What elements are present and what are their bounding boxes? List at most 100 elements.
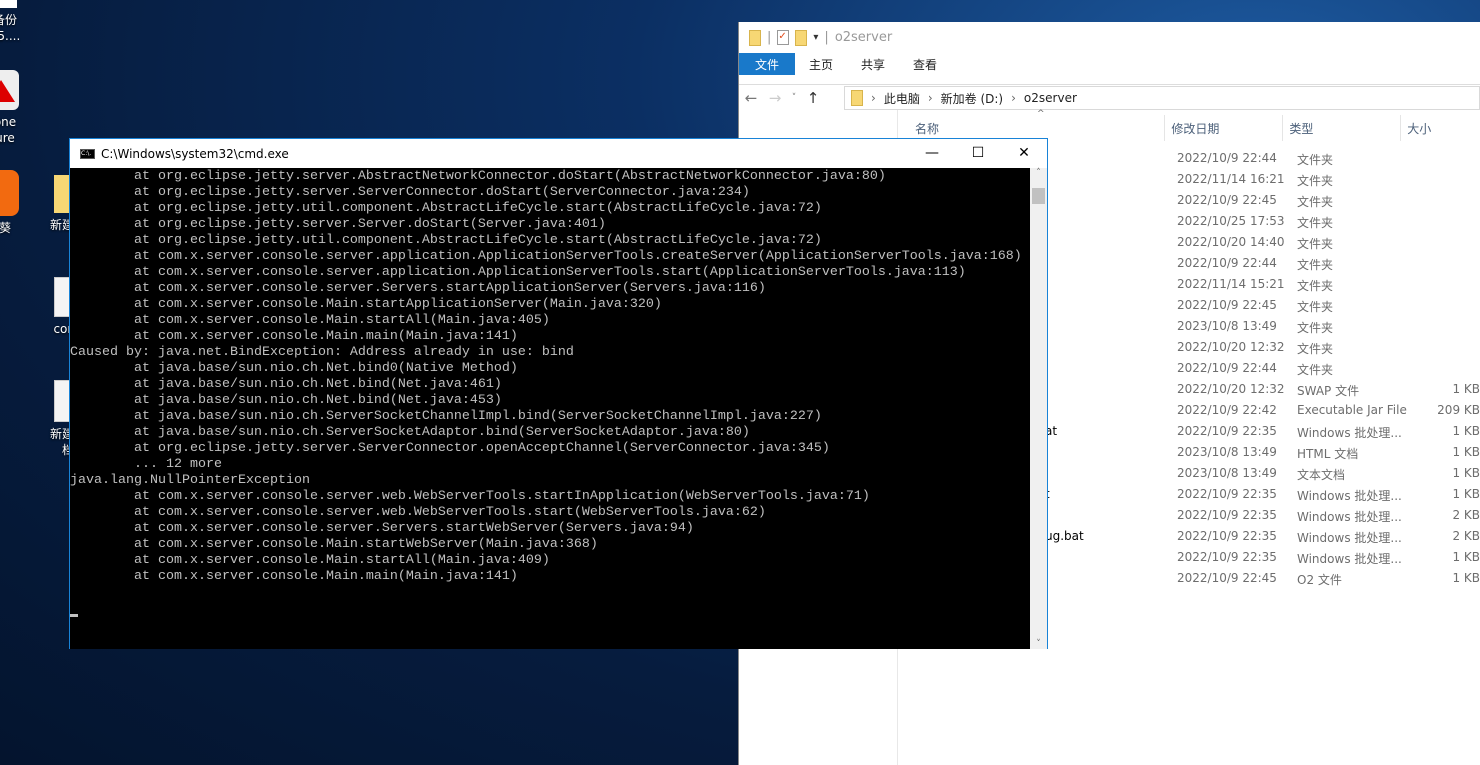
- file-date: 2022/10/9 22:45: [1177, 193, 1277, 207]
- desktop-icon-label: 备份: [0, 13, 17, 27]
- customize-dropdown-icon[interactable]: ▾: [813, 32, 818, 43]
- console-line: ... 12 more: [70, 457, 222, 472]
- forward-arrow-icon[interactable]: →: [763, 89, 787, 107]
- cmd-window: C:\. C:\Windows\system32\cmd.exe — ☐ ✕ a…: [69, 138, 1048, 649]
- file-type: 文件夹: [1297, 174, 1334, 188]
- scroll-down-icon[interactable]: ˅: [1030, 639, 1047, 649]
- file-type: 文件夹: [1297, 363, 1334, 377]
- app-icon: [0, 70, 19, 110]
- file-size: 1 KB: [1452, 571, 1480, 585]
- folder-icon: [851, 90, 863, 106]
- file-date: 2022/10/9 22:42: [1177, 403, 1277, 417]
- tab-share[interactable]: 共享: [847, 53, 899, 75]
- close-button[interactable]: ✕: [1001, 139, 1047, 168]
- tab-view[interactable]: 查看: [899, 53, 951, 75]
- console-line: Caused by: java.net.BindException: Addre…: [70, 345, 574, 360]
- recent-dropdown-icon[interactable]: ˅: [787, 93, 801, 103]
- file-date: 2022/10/20 14:40: [1177, 235, 1285, 249]
- scrollbar-thumb[interactable]: [1032, 188, 1045, 204]
- file-date: 2022/10/9 22:44: [1177, 256, 1277, 270]
- file-date: 2022/10/9 22:44: [1177, 361, 1277, 375]
- scroll-up-icon[interactable]: ˄: [1030, 168, 1047, 178]
- file-date: 2022/10/9 22:35: [1177, 424, 1277, 438]
- desktop-icon-app[interactable]: one ure: [0, 70, 40, 146]
- console-output[interactable]: at org.eclipse.jetty.server.AbstractNetw…: [70, 168, 1030, 649]
- file-name: ug.bat: [1045, 529, 1084, 543]
- desktop-icon-label: 15....: [0, 29, 21, 43]
- breadcrumb-this-pc[interactable]: 此电脑: [884, 90, 920, 107]
- file-type: Executable Jar File: [1297, 403, 1407, 417]
- column-label: 名称: [915, 122, 940, 136]
- column-header-size[interactable]: 大小: [1401, 115, 1480, 141]
- console-line: at java.base/sun.nio.ch.Net.bind(Net.jav…: [70, 377, 502, 392]
- tab-home[interactable]: 主页: [795, 53, 847, 75]
- console-line: at org.eclipse.jetty.server.ServerConnec…: [70, 441, 830, 456]
- file-date: 2023/10/8 13:49: [1177, 445, 1277, 459]
- breadcrumb-drive-d[interactable]: 新加卷 (D:): [941, 90, 1003, 107]
- console-line: at org.eclipse.jetty.util.component.Abst…: [70, 233, 822, 248]
- breadcrumb-o2server[interactable]: o2server: [1024, 91, 1077, 105]
- tab-file[interactable]: 文件: [739, 53, 796, 75]
- up-arrow-icon[interactable]: ↑: [801, 89, 825, 107]
- file-date: 2023/10/8 13:49: [1177, 319, 1277, 333]
- file-type: HTML 文档: [1297, 447, 1359, 461]
- minimize-button[interactable]: —: [909, 139, 955, 168]
- file-type: SWAP 文件: [1297, 384, 1360, 398]
- window-title: o2server: [834, 30, 893, 45]
- file-size: 209 KB: [1437, 403, 1480, 417]
- file-type: 文件夹: [1297, 237, 1334, 251]
- file-date: 2022/10/9 22:45: [1177, 571, 1277, 585]
- file-type: 文件夹: [1297, 258, 1334, 272]
- maximize-button[interactable]: ☐: [955, 139, 1001, 168]
- address-bar[interactable]: › 此电脑 › 新加卷 (D:) › o2server: [844, 86, 1480, 110]
- separator: |: [767, 30, 772, 45]
- file-size: 1 KB: [1452, 382, 1480, 396]
- console-line: at com.x.server.console.Main.main(Main.j…: [70, 569, 518, 584]
- console-line: at java.base/sun.nio.ch.Net.bind0(Native…: [70, 361, 518, 376]
- folder-icon: [749, 29, 761, 46]
- file-type: Windows 批处理...: [1297, 489, 1402, 503]
- quick-access-toolbar: | ✓ ▾ | o2server: [739, 22, 1480, 53]
- desktop-icon-backup[interactable]: 备份 15....: [0, 0, 40, 44]
- console-line: at com.x.server.console.Main.startApplic…: [70, 297, 662, 312]
- file-size: 1 KB: [1452, 424, 1480, 438]
- console-line: at org.eclipse.jetty.server.Server.doSta…: [70, 217, 606, 232]
- column-header-type[interactable]: 类型: [1283, 115, 1402, 141]
- console-line: java.lang.NullPointerException: [70, 473, 310, 488]
- console-line: at com.x.server.console.server.applicati…: [70, 265, 966, 280]
- console-line: at java.base/sun.nio.ch.ServerSocketChan…: [70, 409, 822, 424]
- file-type: 文件夹: [1297, 321, 1334, 335]
- file-date: 2022/11/14 16:21: [1177, 172, 1285, 186]
- console-line: at org.eclipse.jetty.util.component.Abst…: [70, 201, 822, 216]
- back-arrow-icon[interactable]: ←: [739, 89, 763, 107]
- desktop-icon-label: one: [0, 115, 17, 129]
- console-line: at com.x.server.console.Main.startAll(Ma…: [70, 313, 550, 328]
- file-type: O2 文件: [1297, 573, 1342, 587]
- file-size: 1 KB: [1452, 550, 1480, 564]
- console-line: at com.x.server.console.server.web.WebSe…: [70, 489, 870, 504]
- text-cursor: [70, 614, 78, 617]
- new-folder-icon[interactable]: [795, 29, 808, 46]
- desktop-icon-label: ure: [0, 131, 15, 145]
- console-line: at com.x.server.console.Main.startAll(Ma…: [70, 553, 550, 568]
- file-icon: [0, 0, 17, 8]
- file-date: 2022/10/9 22:35: [1177, 487, 1277, 501]
- properties-icon[interactable]: ✓: [777, 30, 790, 45]
- console-line: at com.x.server.console.server.web.WebSe…: [70, 505, 766, 520]
- file-date: 2022/10/9 22:35: [1177, 529, 1277, 543]
- console-line: at org.eclipse.jetty.server.AbstractNetw…: [70, 169, 886, 184]
- file-size: 1 KB: [1452, 445, 1480, 459]
- column-header-date[interactable]: 修改日期: [1165, 115, 1284, 141]
- media-app-icon: [0, 170, 19, 216]
- console-line: at com.x.server.console.server.Servers.s…: [70, 281, 766, 296]
- file-size: 2 KB: [1452, 529, 1480, 543]
- file-type: 文件夹: [1297, 153, 1334, 167]
- window-title: C:\Windows\system32\cmd.exe: [101, 146, 289, 161]
- title-bar[interactable]: C:\. C:\Windows\system32\cmd.exe: [70, 139, 1047, 168]
- vertical-scrollbar[interactable]: ˄ ˅: [1030, 168, 1047, 649]
- file-size: 1 KB: [1452, 487, 1480, 501]
- chevron-right-icon: ›: [871, 91, 876, 105]
- file-date: 2022/10/9 22:45: [1177, 298, 1277, 312]
- sort-up-icon: ^: [1037, 109, 1045, 119]
